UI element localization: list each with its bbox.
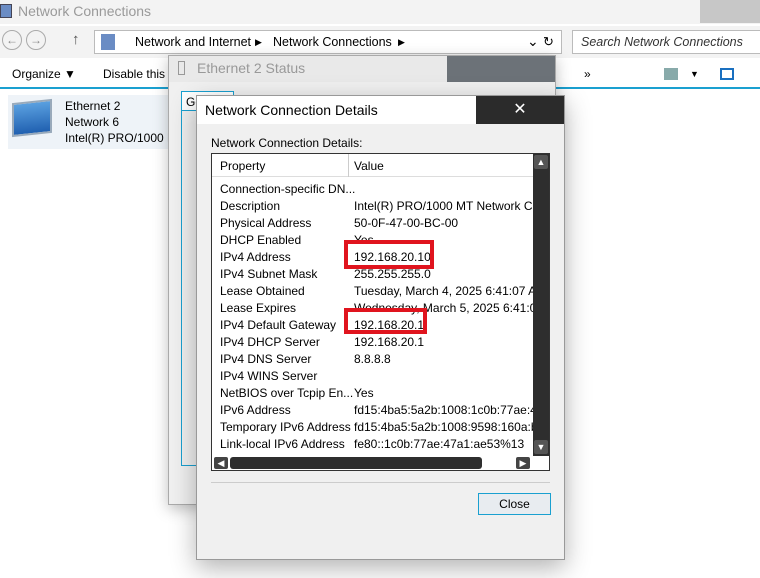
vertical-scrollbar[interactable]: ▲ ▼: [533, 154, 549, 456]
property-cell: IPv4 Default Gateway: [220, 318, 337, 332]
chevron-down-icon[interactable]: ⌄: [527, 33, 539, 50]
value-cell: Tuesday, March 4, 2025 6:41:07 AM: [354, 284, 534, 298]
network-connection-details-dialog: Network Connection Details ✕ Network Con…: [196, 95, 565, 560]
column-divider[interactable]: [348, 154, 349, 177]
more-button[interactable]: »: [584, 67, 591, 81]
property-cell: NetBIOS over Tcpip En...: [220, 386, 354, 400]
property-cell: IPv4 Address: [220, 250, 291, 264]
scroll-up-icon[interactable]: ▲: [534, 155, 548, 169]
scroll-right-icon[interactable]: ▶: [516, 457, 530, 469]
table-row[interactable]: IPv4 DNS Server 8.8.8.8: [212, 351, 534, 368]
search-placeholder: Search Network Connections: [581, 35, 743, 49]
table-row[interactable]: Description Intel(R) PRO/1000 MT Network …: [212, 198, 534, 215]
close-button[interactable]: [447, 56, 555, 82]
property-cell: Connection-specific DN...: [220, 182, 356, 196]
table-row[interactable]: Physical Address 50-0F-47-00-BC-00: [212, 215, 534, 232]
breadcrumb-network-connections[interactable]: Network Connections: [273, 35, 392, 49]
value-cell: fd15:4ba5:5a2b:1008:9598:160a:bf6a: [354, 420, 534, 434]
forward-button[interactable]: →: [26, 30, 46, 50]
table-row[interactable]: IPv4 WINS Server: [212, 368, 534, 385]
connection-item-ethernet-2[interactable]: Ethernet 2 Network 6 Intel(R) PRO/1000 M: [8, 95, 178, 149]
scroll-thumb[interactable]: [230, 457, 482, 469]
horizontal-scrollbar[interactable]: ◀ ▶: [212, 456, 534, 470]
chevron-right-icon[interactable]: ▶: [255, 37, 262, 48]
column-header-value[interactable]: Value: [354, 159, 384, 173]
property-cell: IPv6 Address: [220, 403, 291, 417]
value-cell: 192.168.20.1: [354, 335, 425, 349]
property-cell: IPv4 Subnet Mask: [220, 267, 318, 281]
ethernet-icon: [178, 61, 185, 75]
window-title: Network Connections: [18, 3, 152, 19]
connection-adapter: Intel(R) PRO/1000 M: [65, 131, 178, 145]
breadcrumb-network-internet[interactable]: Network and Internet: [135, 35, 251, 49]
window-controls[interactable]: [700, 0, 760, 23]
chevron-down-icon[interactable]: ▼: [690, 69, 699, 79]
dialog-title: Ethernet 2 Status: [197, 60, 306, 76]
value-cell: 255.255.255.0: [354, 267, 431, 281]
network-icon: [101, 34, 115, 50]
property-cell: IPv4 DNS Server: [220, 352, 312, 366]
table-row[interactable]: Link-local IPv6 Address fe80::1c0b:77ae:4…: [212, 436, 534, 453]
property-cell: Lease Obtained: [220, 284, 305, 298]
dialog-title-bar: Ethernet 2 Status: [169, 56, 555, 82]
property-cell: IPv4 WINS Server: [220, 369, 318, 383]
table-row[interactable]: Temporary IPv6 Address fd15:4ba5:5a2b:100…: [212, 419, 534, 436]
refresh-icon[interactable]: ↻: [543, 34, 554, 50]
property-cell: DHCP Enabled: [220, 233, 302, 247]
value-cell: fd15:4ba5:5a2b:1008:1c0b:77ae:47a: [354, 403, 534, 417]
column-header-property[interactable]: Property: [220, 159, 265, 173]
divider: [211, 482, 550, 483]
list-header: Property Value: [212, 154, 534, 177]
table-row[interactable]: Lease Obtained Tuesday, March 4, 2025 6:4…: [212, 283, 534, 300]
table-row[interactable]: IPv6 Address fd15:4ba5:5a2b:1008:1c0b:77a…: [212, 402, 534, 419]
network-connections-icon: [0, 4, 12, 18]
details-list[interactable]: Property Value Connection-specific DN...…: [211, 153, 550, 471]
dialog-title-bar: Network Connection Details ✕: [197, 96, 564, 124]
value-cell: Intel(R) PRO/1000 MT Network Conn: [354, 199, 534, 213]
highlight-default-gateway: [344, 308, 427, 334]
connection-name: Ethernet 2: [65, 99, 121, 113]
value-cell: Yes: [354, 386, 374, 400]
property-cell: Lease Expires: [220, 301, 297, 315]
connection-network: Network 6: [65, 115, 120, 129]
back-button[interactable]: ←: [2, 30, 22, 50]
organize-button[interactable]: Organize ▼: [12, 67, 76, 81]
close-button[interactable]: Close: [478, 493, 551, 515]
property-cell: IPv4 DHCP Server: [220, 335, 320, 349]
network-adapter-icon: [12, 98, 52, 138]
property-cell: Temporary IPv6 Address: [220, 420, 351, 434]
chevron-right-icon[interactable]: ▶: [398, 37, 405, 48]
property-cell: Description: [220, 199, 281, 213]
value-cell: fe80::1c0b:77ae:47a1:ae53%13: [354, 437, 525, 451]
table-row[interactable]: IPv4 DHCP Server 192.168.20.1: [212, 334, 534, 351]
title-bar: Network Connections: [0, 0, 760, 24]
property-cell: Physical Address: [220, 216, 312, 230]
scroll-down-icon[interactable]: ▼: [534, 440, 548, 454]
scroll-left-icon[interactable]: ◀: [214, 457, 228, 469]
table-row[interactable]: NetBIOS over Tcpip En... Yes: [212, 385, 534, 402]
details-label: Network Connection Details:: [211, 136, 363, 150]
table-row[interactable]: Connection-specific DN...: [212, 181, 534, 198]
up-button[interactable]: ↑: [72, 31, 80, 48]
value-cell: 8.8.8.8: [354, 352, 391, 366]
view-options-icon[interactable]: [664, 68, 678, 80]
search-input[interactable]: Search Network Connections: [572, 30, 760, 54]
close-icon[interactable]: ✕: [476, 96, 564, 124]
disable-device-button[interactable]: Disable this n: [103, 67, 175, 81]
address-bar[interactable]: Network and Internet ▶ Network Connectio…: [94, 30, 562, 54]
property-cell: Link-local IPv6 Address: [220, 437, 345, 451]
preview-pane-icon[interactable]: [720, 68, 734, 80]
highlight-ipv4-address: [344, 240, 434, 269]
value-cell: 50-0F-47-00-BC-00: [354, 216, 459, 230]
dialog-title: Network Connection Details: [205, 102, 378, 118]
